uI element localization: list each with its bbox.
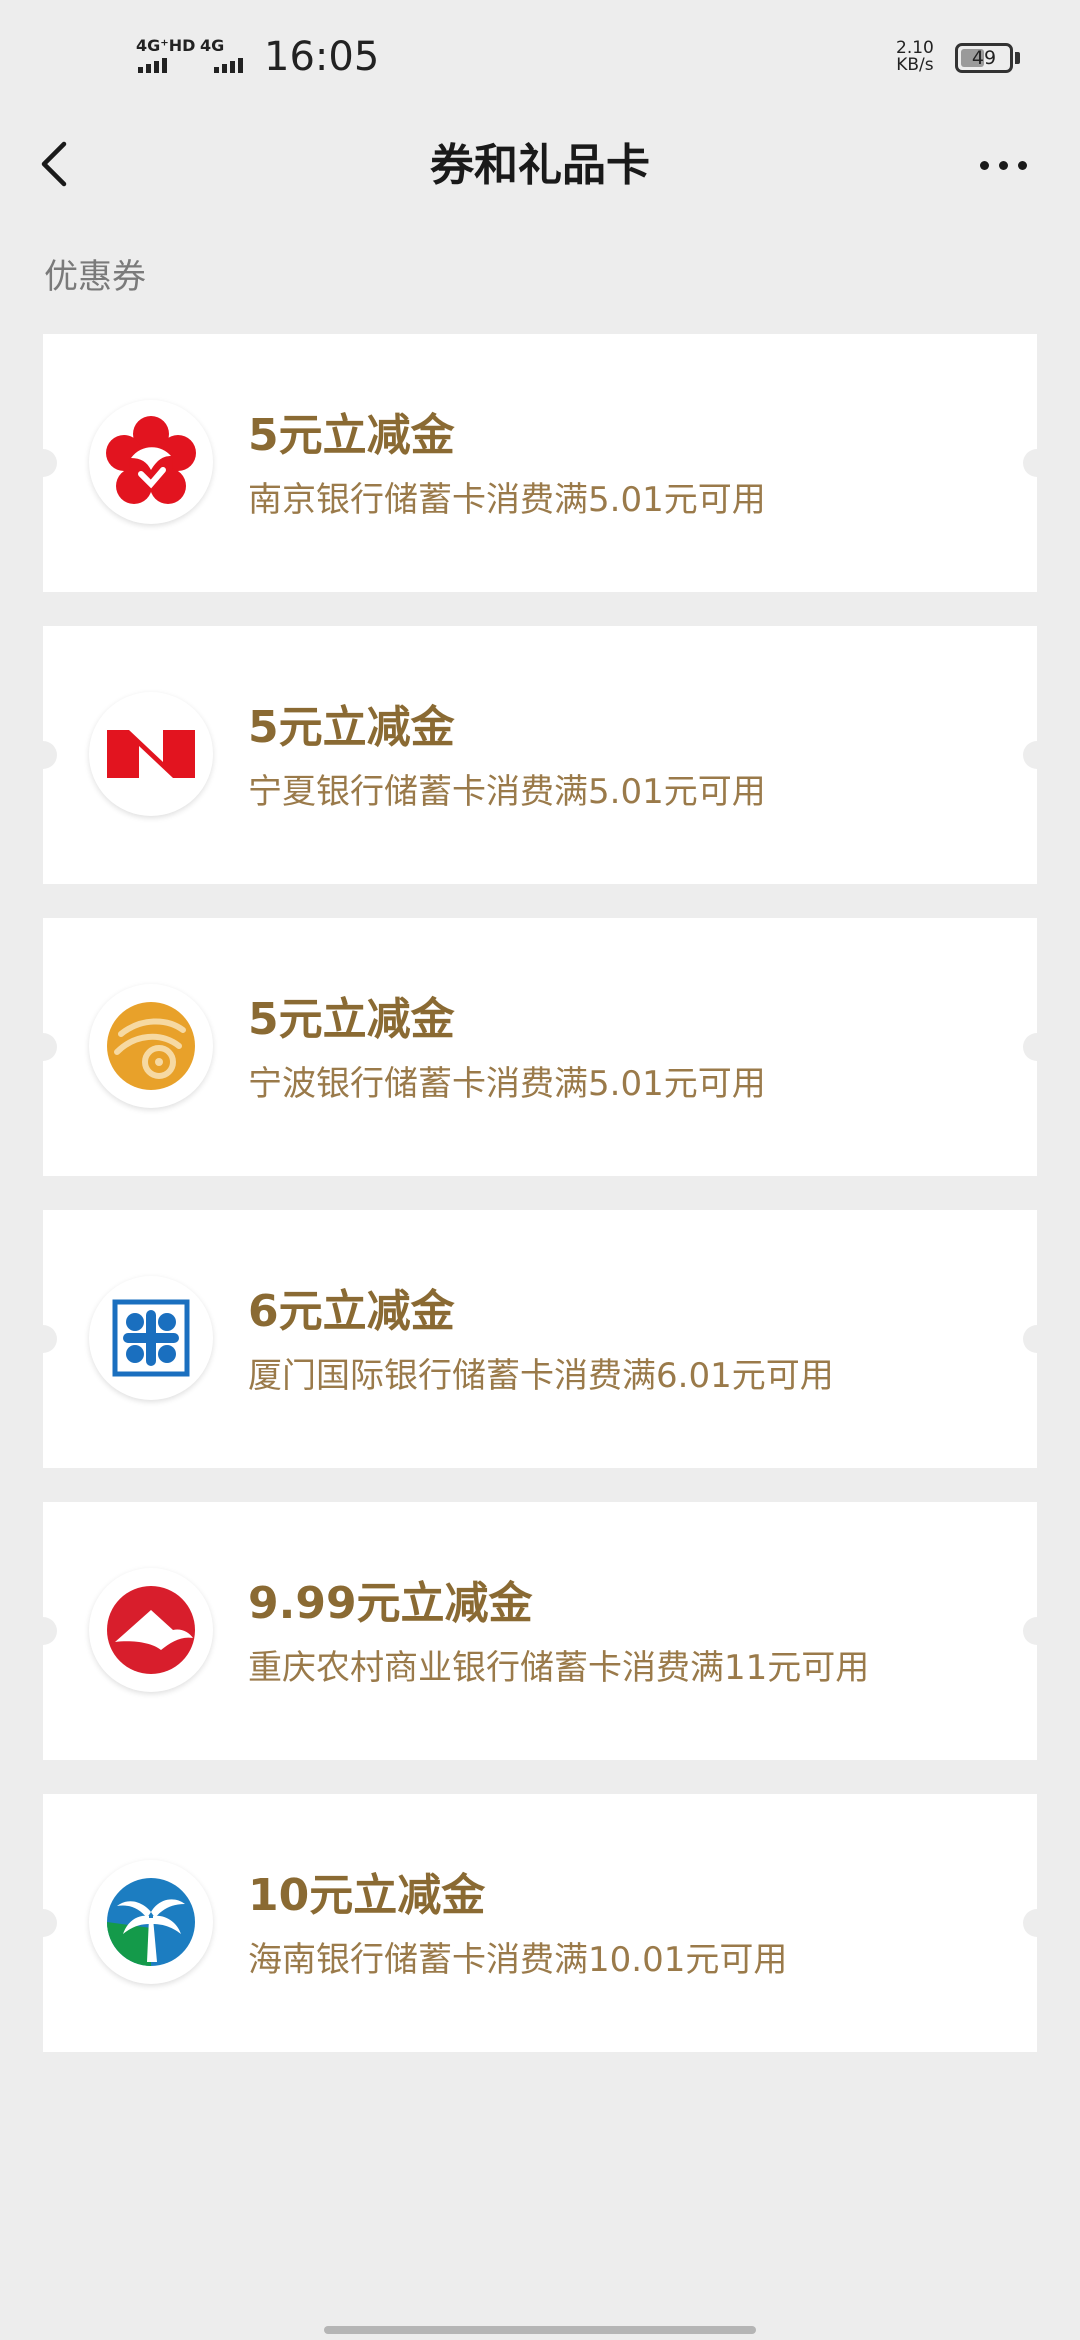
bank-of-ningbo-logo (89, 984, 213, 1108)
coupon-title: 5元立减金 (248, 994, 455, 1045)
bank-of-ningxia-logo (89, 692, 213, 816)
ticket-notch-right (1023, 741, 1051, 769)
bank-of-nanjing-logo (89, 400, 213, 524)
network-speed-unit: KB/s (896, 55, 934, 75)
battery-tip (1015, 52, 1020, 64)
status-time: 16:05 (264, 34, 380, 80)
home-indicator[interactable] (324, 2326, 756, 2334)
coupon-description: 宁夏银行储蓄卡消费满5.01元可用 (248, 772, 766, 812)
battery-percent: 49 (971, 47, 997, 69)
coupon-description: 南京银行储蓄卡消费满5.01元可用 (248, 480, 766, 520)
ticket-notch-left (29, 1033, 57, 1061)
coupon-card[interactable]: 5元立减金 宁波银行储蓄卡消费满5.01元可用 (29, 918, 1051, 1176)
coupon-card[interactable]: 5元立减金 宁夏银行储蓄卡消费满5.01元可用 (29, 626, 1051, 884)
status-bar: 4G⁺HD 4G 16:05 2.10 KB/s 49 (0, 0, 1080, 120)
coupon-description: 厦门国际银行储蓄卡消费满6.01元可用 (248, 1356, 834, 1396)
network-speed: 2.10 KB/s (896, 40, 934, 74)
ticket-notch-left (29, 1325, 57, 1353)
coupon-card[interactable]: 6元立减金 厦门国际银行储蓄卡消费满6.01元可用 (29, 1210, 1051, 1468)
coupon-description: 宁波银行储蓄卡消费满5.01元可用 (248, 1064, 766, 1104)
ticket-notch-right (1023, 1325, 1051, 1353)
signal-label-1: 4G⁺HD (136, 36, 196, 55)
coupon-card[interactable]: 10元立减金 海南银行储蓄卡消费满10.01元可用 (29, 1794, 1051, 2052)
coupon-description: 重庆农村商业银行储蓄卡消费满11元可用 (248, 1648, 870, 1688)
ticket-notch-right (1023, 1033, 1051, 1061)
xiamen-international-bank-logo (89, 1276, 213, 1400)
coupon-title: 9.99元立减金 (248, 1578, 533, 1629)
coupon-card[interactable]: 5元立减金 南京银行储蓄卡消费满5.01元可用 (29, 334, 1051, 592)
signal-strength-icon (138, 58, 167, 73)
page-title: 券和礼品卡 (430, 140, 650, 191)
coupon-title: 5元立减金 (248, 702, 455, 753)
coupon-description: 海南银行储蓄卡消费满10.01元可用 (248, 1940, 788, 1980)
ticket-notch-left (29, 741, 57, 769)
ticket-notch-right (1023, 1909, 1051, 1937)
ticket-notch-left (29, 449, 57, 477)
coupon-title: 10元立减金 (248, 1870, 486, 1921)
ticket-notch-right (1023, 1617, 1051, 1645)
ticket-notch-left (29, 1617, 57, 1645)
signal-strength-icon-2 (214, 58, 243, 73)
coupon-title: 5元立减金 (248, 410, 455, 461)
battery-icon: 49 (955, 43, 1013, 73)
more-icon[interactable] (972, 144, 1036, 184)
ticket-notch-right (1023, 449, 1051, 477)
coupon-title: 6元立减金 (248, 1286, 455, 1337)
signal-label-2: 4G (200, 36, 225, 55)
coupon-card[interactable]: 9.99元立减金 重庆农村商业银行储蓄卡消费满11元可用 (29, 1502, 1051, 1760)
ticket-notch-left (29, 1909, 57, 1937)
section-label-coupons: 优惠券 (44, 257, 146, 297)
hainan-bank-logo (89, 1860, 213, 1984)
chongqing-rural-commercial-bank-logo (89, 1568, 213, 1692)
